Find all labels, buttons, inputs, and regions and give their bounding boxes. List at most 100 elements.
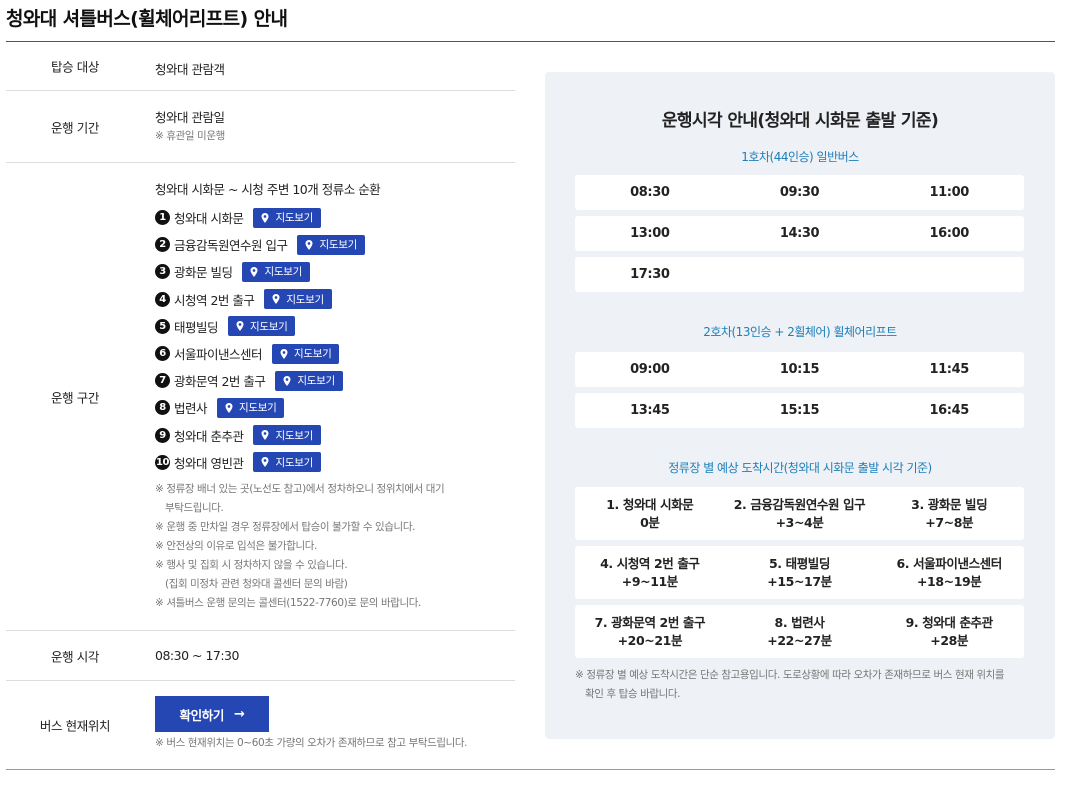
period-label: 운행 기간 xyxy=(51,120,99,135)
eta-time: +20~21분 xyxy=(617,632,683,648)
stop-name: 태평빌딩 xyxy=(174,319,219,335)
row-target: 탑승 대상 청와대 관람객 xyxy=(6,42,515,91)
stop-name: 청와대 춘추관 xyxy=(174,428,244,444)
view-map-button[interactable]: 지도보기 xyxy=(242,261,310,282)
stop-item: 9 청와대 춘추관 지도보기 xyxy=(155,422,515,449)
view-map-label: 지도보기 xyxy=(286,293,324,306)
stop-number-badge: 4 xyxy=(155,291,170,307)
eta-time: +9~11분 xyxy=(621,573,679,589)
target-value: 청와대 관람객 xyxy=(155,62,225,77)
view-map-button[interactable]: 지도보기 xyxy=(275,370,343,391)
time-row: 13:45 15:15 16:45 xyxy=(575,393,1024,428)
row-hours: 운행 시각 08:30 ~ 17:30 xyxy=(6,631,515,681)
view-map-button[interactable]: 지도보기 xyxy=(253,207,321,228)
stop-item: 10 청와대 영빈관 지도보기 xyxy=(155,449,515,476)
target-label: 탑승 대상 xyxy=(51,59,99,75)
stop-number-badge: 8 xyxy=(155,400,170,416)
view-map-label: 지도보기 xyxy=(319,239,357,252)
eta-cell: 1. 청와대 시화문 0분 xyxy=(575,487,725,540)
stop-list: 1 청와대 시화문 지도보기 2 금융감독원연수원 입구 지도보기 3 광화문 빌딩 지도보기 4… xyxy=(155,204,515,476)
stop-name: 청와대 영빈관 xyxy=(174,455,244,471)
eta-note-line: ※ 정류장 별 예상 도착시간은 단순 참고용입니다. 도로상황에 따라 오차가… xyxy=(575,669,1005,681)
stop-item: 3 광화문 빌딩 지도보기 xyxy=(155,258,515,285)
departure-time: 16:00 xyxy=(929,226,969,241)
stop-item: 6 서울파이낸스센터 지도보기 xyxy=(155,340,515,367)
eta-time: +3~4분 xyxy=(775,514,824,530)
departure-time: 14:30 xyxy=(779,226,820,241)
eta-cell: 7. 광화문역 2번 출구 +20~21분 xyxy=(575,605,725,658)
view-map-button[interactable]: 지도보기 xyxy=(217,397,285,418)
route-notes: ※ 정류장 배너 있는 곳(노선도 참고)에서 정차하오니 정위치에서 대기 부… xyxy=(155,480,515,613)
stop-number-badge: 3 xyxy=(155,264,170,280)
view-map-button[interactable]: 지도보기 xyxy=(264,289,332,310)
time-row: 08:30 09:30 11:00 xyxy=(575,175,1024,210)
row-period: 운행 기간 청와대 관람일 ※ 휴관일 미운행 xyxy=(6,91,515,163)
stop-name: 시청역 2번 출구 xyxy=(174,292,255,308)
time-row: 13:00 14:30 16:00 xyxy=(575,216,1024,251)
departure-time: 09:30 xyxy=(779,185,820,200)
view-map-label: 지도보기 xyxy=(275,456,313,469)
check-location-button[interactable]: 확인하기 → xyxy=(155,696,269,732)
stop-name: 청와대 시화문 xyxy=(174,211,244,227)
bus2-label: 2호차(13인승 + 2휠체어) 휠체어리프트 xyxy=(703,325,897,339)
eta-label: 정류장 별 예상 도착시간(청와대 시화문 출발 시각 기준) xyxy=(668,461,932,475)
map-pin-icon xyxy=(304,239,319,250)
eta-cell: 9. 청와대 춘추관 +28분 xyxy=(874,605,1024,658)
eta-row: 4. 시청역 2번 출구 +9~11분 5. 태평빌딩 +15~17분 6. 서울파… xyxy=(575,546,1024,599)
view-map-button[interactable]: 지도보기 xyxy=(228,316,296,337)
stop-number-badge: 1 xyxy=(155,210,170,226)
eta-stop: 1. 청와대 시화문 xyxy=(606,496,694,512)
departure-time: 08:30 xyxy=(630,185,670,200)
map-pin-icon xyxy=(260,212,275,223)
hours-value: 08:30 ~ 17:30 xyxy=(155,648,239,663)
eta-note: ※ 정류장 별 예상 도착시간은 단순 참고용입니다. 도로상황에 따라 오차가… xyxy=(575,666,1030,704)
map-pin-icon xyxy=(249,266,264,277)
stop-item: 1 청와대 시화문 지도보기 xyxy=(155,204,515,231)
bus1-times: 08:30 09:30 11:00 13:00 14:30 16:00 17:3… xyxy=(575,175,1024,298)
eta-cell: 8. 법련사 +22~27분 xyxy=(725,605,875,658)
view-map-button[interactable]: 지도보기 xyxy=(272,343,340,364)
schedule-title: 운행시각 안내(청와대 시화문 출발 기준) xyxy=(661,111,939,131)
stop-item: 7 광화문역 2번 출구 지도보기 xyxy=(155,367,515,394)
stop-name: 서울파이낸스센터 xyxy=(174,347,263,363)
map-pin-icon xyxy=(260,457,275,468)
eta-time: +28분 xyxy=(930,632,969,648)
view-map-label: 지도보기 xyxy=(239,402,277,415)
view-map-button[interactable]: 지도보기 xyxy=(253,452,321,473)
eta-note-line: 확인 후 탑승 바랍니다. xyxy=(585,688,681,700)
route-note: 부탁드립니다. xyxy=(165,501,224,514)
departure-time: 13:45 xyxy=(630,403,670,418)
view-map-button[interactable]: 지도보기 xyxy=(253,425,321,446)
arrow-right-icon: → xyxy=(233,706,245,722)
eta-stop: 8. 법련사 xyxy=(774,614,825,630)
hours-label: 운행 시각 xyxy=(51,649,99,664)
eta-time: +15~17분 xyxy=(767,573,832,589)
departure-time: 11:45 xyxy=(929,362,969,377)
route-note: ※ 안전상의 이유로 입석은 불가합니다. xyxy=(155,539,317,552)
view-map-button[interactable]: 지도보기 xyxy=(297,234,365,255)
stop-number-badge: 6 xyxy=(155,346,170,362)
departure-time: 11:00 xyxy=(929,185,969,200)
route-note: ※ 셔틀버스 운행 문의는 콜센터(1522-7760)로 문의 바랍니다. xyxy=(155,596,421,609)
stop-name: 법련사 xyxy=(174,401,208,417)
eta-stop: 5. 태평빌딩 xyxy=(769,555,830,571)
row-location: 버스 현재위치 확인하기 → ※ 버스 현재위치는 0~60초 가량의 오차가 … xyxy=(6,681,515,769)
location-label: 버스 현재위치 xyxy=(39,718,111,734)
map-pin-icon xyxy=(282,375,297,386)
stop-number-badge: 2 xyxy=(155,237,170,253)
eta-cell: 5. 태평빌딩 +15~17분 xyxy=(725,546,875,599)
bottom-divider xyxy=(6,769,1055,770)
bus2-times: 09:00 10:15 11:45 13:45 15:15 16:45 xyxy=(575,352,1024,434)
eta-cell: 4. 시청역 2번 출구 +9~11분 xyxy=(575,546,725,599)
eta-time: 0분 xyxy=(640,514,660,530)
view-map-label: 지도보기 xyxy=(275,429,313,442)
time-row: 17:30 xyxy=(575,257,1024,292)
period-note: ※ 휴관일 미운행 xyxy=(155,130,225,142)
schedule-panel: 운행시각 안내(청와대 시화문 출발 기준) 1호차(44인승) 일반버스 08… xyxy=(545,72,1055,739)
stop-item: 8 법련사 지도보기 xyxy=(155,394,515,421)
stop-number-badge: 9 xyxy=(155,427,170,443)
time-row: 09:00 10:15 11:45 xyxy=(575,352,1024,387)
period-value: 청와대 관람일 xyxy=(155,110,225,125)
view-map-label: 지도보기 xyxy=(294,348,332,361)
eta-row: 1. 청와대 시화문 0분 2. 금융감독원연수원 입구 +3~4분 3. 광화문 … xyxy=(575,487,1024,540)
